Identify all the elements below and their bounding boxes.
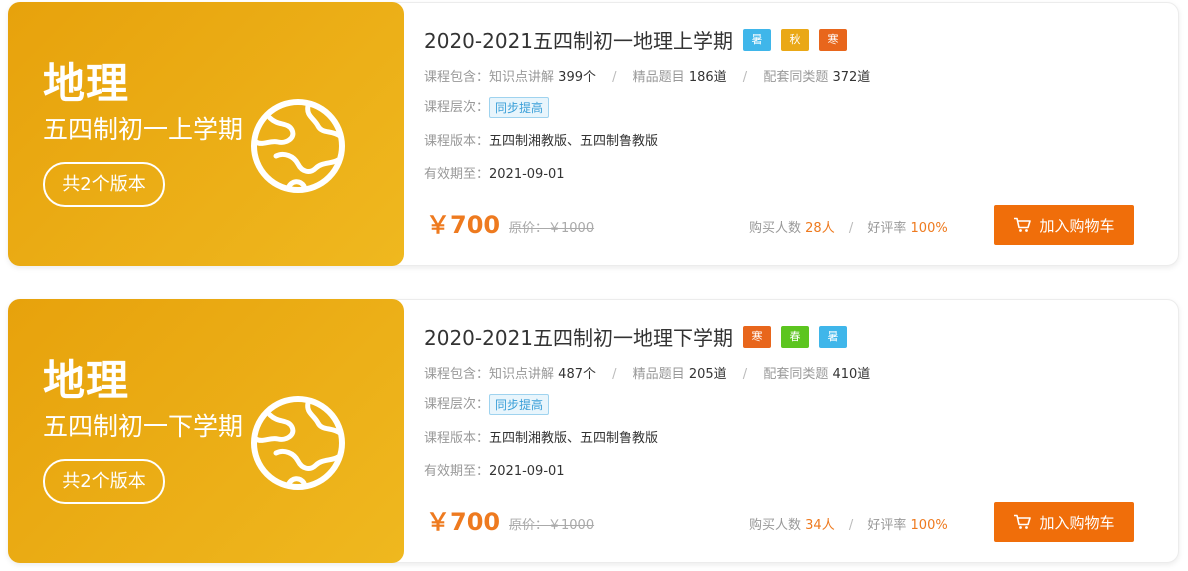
expire-value: 2021-09-01 [489,464,565,479]
divider: / [848,518,854,533]
level-tag: 同步提高 [489,97,550,118]
expire-row: 有效期至：2021-09-01 [424,163,565,182]
course-card[interactable]: 地理 五四制初一下学期 共2个版本 2020-2021五四制初一地理下学期 寒 … [8,299,1179,563]
stats-row: 购买人数 28人 / 好评率 100% [749,217,948,236]
course-title[interactable]: 2020-2021五四制初一地理上学期 [424,25,733,54]
similar-value: 410道 [832,367,871,382]
season-tag: 暑 [819,325,848,348]
expire-label: 有效期至： [424,167,490,182]
season-tag: 暑 [743,28,772,51]
title-row: 2020-2021五四制初一地理上学期 暑 秋 寒 [424,25,848,54]
questions-label: 精品题目 [632,70,685,85]
globe-icon [251,99,345,193]
versions-button[interactable]: 共2个版本 [43,162,165,207]
add-to-cart-button[interactable]: 加入购物车 [994,502,1134,542]
rating-label: 好评率 [867,518,907,533]
knowledge-value: 487个 [558,367,596,382]
banner-term: 五四制初一上学期 [43,115,244,144]
banner-term: 五四制初一下学期 [43,412,244,441]
similar-label: 配套同类题 [763,367,829,382]
divider: / [612,367,617,382]
buyers-value: 34人 [805,518,835,533]
title-row: 2020-2021五四制初一地理下学期 寒 春 暑 [424,322,848,351]
divider: / [742,70,748,85]
expire-row: 有效期至：2021-09-01 [424,460,565,479]
cart-label: 加入购物车 [1039,513,1115,532]
version-row: 课程版本：五四制湘教版、五四制鲁教版 [424,130,658,149]
questions-label: 精品题目 [632,367,685,382]
season-tag: 寒 [743,325,772,348]
version-label: 课程版本： [424,431,490,446]
contains-row: 课程包含：知识点讲解 399个 / 精品题目 186道 / 配套同类题 372道 [424,66,870,85]
knowledge-value: 399个 [558,70,596,85]
rating-value: 100% [910,518,948,533]
knowledge-label: 知识点讲解 [489,70,555,85]
divider: / [612,70,617,85]
level-row: 课程层次： 同步提高 [424,393,550,415]
contains-row: 课程包含：知识点讲解 487个 / 精品题目 205道 / 配套同类题 410道 [424,363,870,382]
stats-row: 购买人数 34人 / 好评率 100% [749,514,948,533]
buyers-label: 购买人数 [749,221,802,236]
season-tag: 秋 [781,28,810,51]
buyers-label: 购买人数 [749,518,802,533]
cart-icon [1014,217,1032,232]
season-tag: 寒 [819,28,848,51]
rating-label: 好评率 [867,221,907,236]
banner-subject: 地理 [43,356,130,405]
price: ￥700 [426,508,501,536]
contains-label: 课程包含： [424,70,490,85]
version-row: 课程版本：五四制湘教版、五四制鲁教版 [424,427,658,446]
knowledge-label: 知识点讲解 [489,367,555,382]
cart-icon [1014,514,1032,529]
version-value: 五四制湘教版、五四制鲁教版 [489,431,659,446]
similar-label: 配套同类题 [763,70,829,85]
level-tag: 同步提高 [489,394,550,415]
level-label: 课程层次： [424,397,490,412]
season-tag: 春 [781,325,810,348]
rating-value: 100% [910,221,948,236]
version-label: 课程版本： [424,134,490,149]
versions-button[interactable]: 共2个版本 [43,459,165,504]
globe-icon [251,396,345,490]
questions-value: 205道 [688,367,727,382]
buyers-value: 28人 [805,221,835,236]
original-price: 原价：￥1000 [509,221,595,236]
divider: / [742,367,748,382]
questions-value: 186道 [688,70,727,85]
course-banner[interactable]: 地理 五四制初一下学期 共2个版本 [8,299,404,563]
divider: / [848,221,854,236]
course-content: 2020-2021五四制初一地理下学期 寒 春 暑 课程包含：知识点讲解 487… [424,300,1178,562]
expire-label: 有效期至： [424,464,490,479]
expire-value: 2021-09-01 [489,167,565,182]
course-title[interactable]: 2020-2021五四制初一地理下学期 [424,322,733,351]
level-row: 课程层次： 同步提高 [424,96,550,118]
level-label: 课程层次： [424,100,490,115]
similar-value: 372道 [832,70,871,85]
course-content: 2020-2021五四制初一地理上学期 暑 秋 寒 课程包含：知识点讲解 399… [424,3,1178,265]
price: ￥700 [426,211,501,239]
original-price: 原价：￥1000 [509,518,595,533]
cart-label: 加入购物车 [1039,216,1115,235]
contains-label: 课程包含： [424,367,490,382]
version-value: 五四制湘教版、五四制鲁教版 [489,134,659,149]
add-to-cart-button[interactable]: 加入购物车 [994,205,1134,245]
course-banner[interactable]: 地理 五四制初一上学期 共2个版本 [8,2,404,266]
banner-subject: 地理 [43,59,130,108]
course-card[interactable]: 地理 五四制初一上学期 共2个版本 2020-2021五四制初一地理上学期 暑 … [8,2,1179,266]
